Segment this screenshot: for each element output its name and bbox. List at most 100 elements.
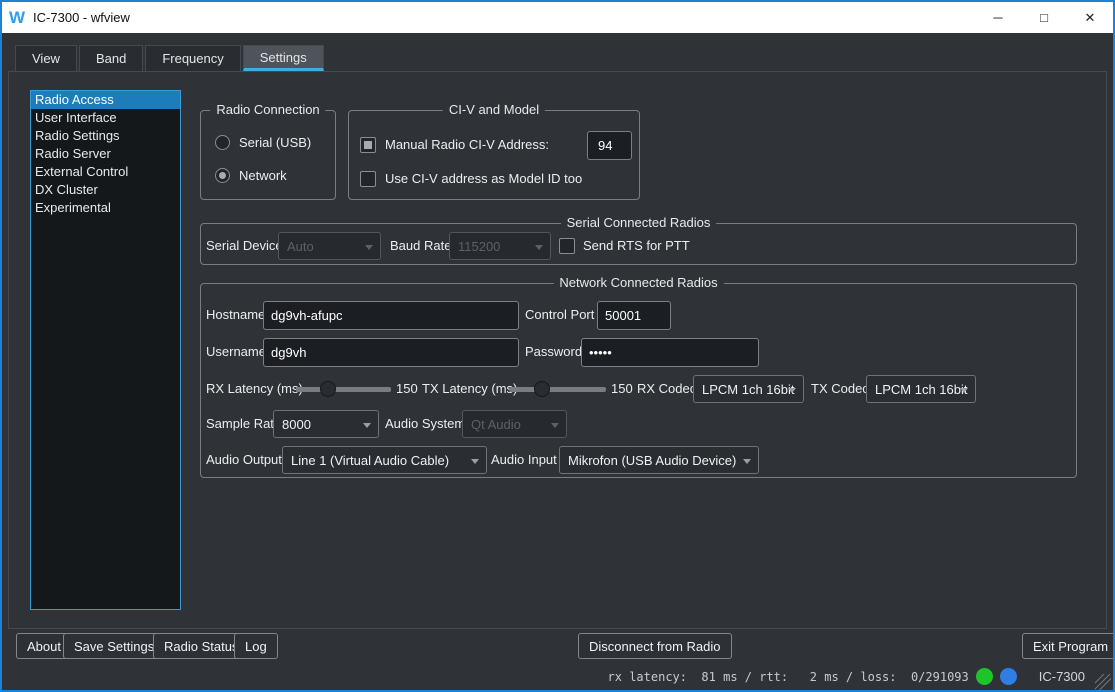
send-rts-checkbox[interactable]: [559, 238, 575, 254]
sidebar-item-radio-settings[interactable]: Radio Settings: [31, 127, 180, 145]
model-id-checkbox[interactable]: [360, 171, 376, 187]
radio-connection-group-title: Radio Connection: [210, 102, 325, 117]
tab-settings[interactable]: Settings: [243, 45, 324, 71]
audio-input-dropdown[interactable]: Mikrofon (USB Audio Device): [559, 446, 759, 474]
rx-latency-label: RX Latency (ms): [206, 375, 303, 403]
network-radio[interactable]: [215, 168, 230, 183]
sample-rate-value: 8000: [282, 417, 311, 432]
close-button[interactable]: ✕: [1067, 2, 1113, 33]
network-radio-label: Network: [239, 162, 287, 190]
maximize-button[interactable]: □: [1021, 2, 1067, 33]
rx-codec-value: LPCM 1ch 16bit: [702, 382, 795, 397]
audio-output-label: Audio Output: [206, 446, 282, 474]
slider-handle[interactable]: [534, 381, 550, 397]
audio-system-label: Audio System: [385, 410, 465, 438]
sidebar-item-external-control[interactable]: External Control: [31, 163, 180, 181]
password-input[interactable]: [581, 338, 759, 367]
chevron-down-icon: [743, 459, 751, 464]
window-controls: ─ □ ✕: [975, 2, 1113, 33]
rx-status-green-indicator: [976, 668, 993, 685]
baud-rate-dropdown: 115200: [449, 232, 551, 260]
username-label: Username: [206, 338, 266, 366]
connected-radio-label: IC-7300: [1039, 669, 1085, 684]
civ-model-group-title: CI-V and Model: [443, 102, 545, 117]
slider-handle[interactable]: [320, 381, 336, 397]
disconnect-button[interactable]: Disconnect from Radio: [578, 633, 732, 659]
slider-track: [509, 387, 606, 392]
sidebar-item-user-interface[interactable]: User Interface: [31, 109, 180, 127]
hostname-input[interactable]: [263, 301, 519, 330]
sample-rate-label: Sample Rate: [206, 410, 281, 438]
radio-connection-group: Radio Connection Serial (USB) Network: [200, 110, 336, 200]
rx-latency-slider[interactable]: [296, 375, 391, 403]
main-body: View Band Frequency Settings Radio Acces…: [2, 33, 1113, 690]
tx-codec-value: LPCM 1ch 16bit: [875, 382, 968, 397]
window-title: IC-7300 - wfview: [33, 10, 130, 25]
password-label: Password: [525, 338, 582, 366]
exit-program-button[interactable]: Exit Program: [1022, 633, 1115, 659]
serial-device-dropdown: Auto: [278, 232, 381, 260]
username-input[interactable]: [263, 338, 519, 367]
manual-civ-label: Manual Radio CI-V Address:: [385, 131, 549, 159]
latency-status-text: rx latency: 81 ms / rtt: 2 ms / loss: 0/…: [608, 670, 969, 684]
chevron-down-icon: [363, 423, 371, 428]
title-bar: W IC-7300 - wfview ─ □ ✕: [2, 2, 1113, 33]
control-port-input[interactable]: [597, 301, 671, 330]
network-radios-group: Network Connected Radios Hostname Contro…: [200, 283, 1077, 478]
log-button[interactable]: Log: [234, 633, 278, 659]
status-bar: rx latency: 81 ms / rtt: 2 ms / loss: 0/…: [2, 663, 1113, 690]
app-window: W IC-7300 - wfview ─ □ ✕ View Band Frequ…: [0, 0, 1115, 692]
minimize-button[interactable]: ─: [975, 2, 1021, 33]
serial-usb-radio[interactable]: [215, 135, 230, 150]
chevron-down-icon: [471, 459, 479, 464]
audio-output-dropdown[interactable]: Line 1 (Virtual Audio Cable): [282, 446, 487, 474]
rx-codec-dropdown[interactable]: LPCM 1ch 16bit: [693, 375, 804, 403]
control-port-label: Control Port: [525, 301, 594, 329]
baud-rate-value: 115200: [458, 239, 500, 254]
sidebar-item-dx-cluster[interactable]: DX Cluster: [31, 181, 180, 199]
tx-status-blue-indicator: [1000, 668, 1017, 685]
chevron-down-icon: [788, 388, 796, 393]
baud-rate-label: Baud Rate: [390, 232, 451, 260]
sidebar-item-experimental[interactable]: Experimental: [31, 199, 180, 217]
tx-codec-dropdown[interactable]: LPCM 1ch 16bit: [866, 375, 976, 403]
sidebar-item-radio-server[interactable]: Radio Server: [31, 145, 180, 163]
tx-latency-slider[interactable]: [509, 375, 606, 403]
serial-radios-group-title: Serial Connected Radios: [561, 215, 717, 230]
civ-address-input[interactable]: [587, 131, 632, 160]
serial-radios-group: Serial Connected Radios Serial Device: A…: [200, 223, 1077, 265]
chevron-down-icon: [551, 423, 559, 428]
audio-system-value: Qt Audio: [471, 417, 521, 432]
resize-grip[interactable]: [1095, 674, 1111, 690]
manual-civ-checkbox[interactable]: [360, 137, 376, 153]
audio-output-value: Line 1 (Virtual Audio Cable): [291, 453, 449, 468]
tab-band[interactable]: Band: [79, 45, 143, 71]
serial-usb-radio-label: Serial (USB): [239, 129, 311, 157]
slider-track: [296, 387, 391, 392]
settings-category-list: Radio Access User Interface Radio Settin…: [30, 90, 181, 610]
tab-view[interactable]: View: [15, 45, 77, 71]
chevron-down-icon: [365, 245, 373, 250]
tx-latency-label: TX Latency (ms): [422, 375, 517, 403]
hostname-label: Hostname: [206, 301, 265, 329]
audio-system-dropdown: Qt Audio: [462, 410, 567, 438]
civ-model-group: CI-V and Model Manual Radio CI-V Address…: [348, 110, 640, 200]
save-settings-button[interactable]: Save Settings: [63, 633, 165, 659]
wfview-logo-icon: W: [9, 9, 25, 26]
tx-latency-value: 150: [611, 375, 633, 403]
send-rts-label: Send RTS for PTT: [583, 232, 690, 260]
settings-pane: Radio Access User Interface Radio Settin…: [8, 71, 1107, 629]
sidebar-item-radio-access[interactable]: Radio Access: [31, 91, 180, 109]
serial-device-value: Auto: [287, 239, 314, 254]
sample-rate-dropdown[interactable]: 8000: [273, 410, 379, 438]
serial-device-label: Serial Device:: [206, 232, 286, 260]
rx-codec-label: RX Codec: [637, 375, 696, 403]
network-radios-group-title: Network Connected Radios: [553, 275, 723, 290]
audio-input-label: Audio Input: [491, 446, 557, 474]
model-id-label: Use CI-V address as Model ID too: [385, 165, 582, 193]
chevron-down-icon: [960, 388, 968, 393]
tab-frequency[interactable]: Frequency: [145, 45, 240, 71]
chevron-down-icon: [535, 245, 543, 250]
tab-bar: View Band Frequency Settings: [15, 45, 326, 71]
audio-input-value: Mikrofon (USB Audio Device): [568, 453, 736, 468]
